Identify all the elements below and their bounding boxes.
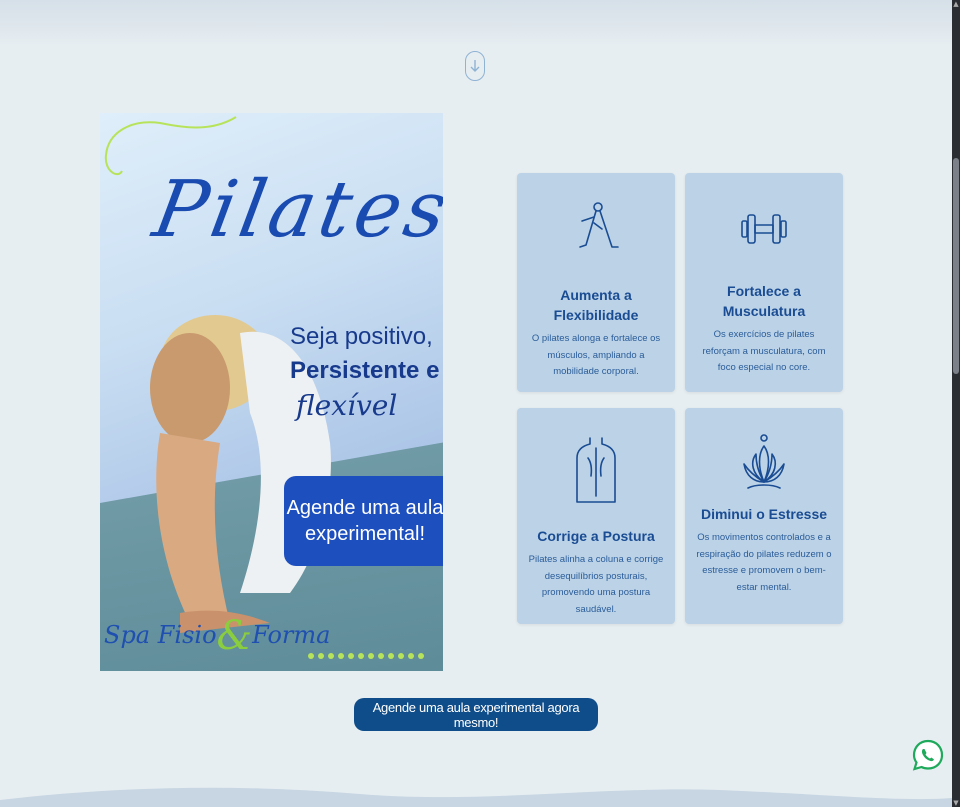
benefit-title: Aumenta a Flexibilidade [553, 287, 639, 323]
poster-cta-text: Agende uma aula experimental! [286, 497, 443, 545]
benefit-card-musculature: Fortalece a Musculatura Os exercícios de… [685, 173, 843, 392]
logo-right-text: Forma [252, 621, 331, 649]
scroll-thumb[interactable] [953, 158, 959, 374]
poster-tagline-3: flexível [296, 389, 398, 422]
yoga-pose-icon [579, 202, 619, 248]
benefit-card-stress: Diminui o Estresse Os movimentos control… [685, 408, 843, 624]
arrow-down-icon [470, 60, 480, 72]
header-fade [0, 0, 952, 46]
benefit-title: Fortalece a Musculatura [722, 283, 806, 319]
scroll-down-button[interactable] [465, 51, 485, 81]
scrollbar[interactable]: ▲ ▼ [952, 0, 960, 807]
benefit-description: Os movimentos controlados e a respiração… [696, 532, 832, 593]
benefit-card-flexibility: Aumenta a Flexibilidade O pilates alonga… [517, 173, 675, 392]
spine-posture-icon [576, 437, 616, 503]
whatsapp-button[interactable] [912, 737, 944, 783]
lotus-icon [743, 434, 785, 489]
pilates-poster: Pilates Seja positivo, Persistente e fle… [100, 113, 443, 671]
decorative-dots [308, 653, 424, 659]
whatsapp-icon [912, 739, 944, 771]
scroll-down-arrow-icon[interactable]: ▼ [953, 799, 959, 807]
spa-logo: Spa Fisio&Forma [104, 613, 330, 659]
benefit-title: Corrige a Postura [537, 528, 655, 544]
decorative-wave [0, 787, 952, 807]
benefit-description: O pilates alonga e fortalece os músculos… [531, 333, 661, 377]
benefit-description: Os exercícios de pilates reforçam a musc… [702, 329, 826, 373]
scroll-up-arrow-icon[interactable]: ▲ [953, 0, 959, 8]
logo-left-text: Spa Fisio [104, 621, 217, 649]
poster-tagline-1: Seja positivo, [290, 323, 433, 350]
schedule-trial-button[interactable]: Agende uma aula experimental agora mesmo… [354, 698, 598, 731]
dumbbell-icon [741, 214, 787, 244]
poster-title: Pilates [147, 165, 443, 255]
benefit-card-posture: Corrige a Postura Pilates alinha a colun… [517, 408, 675, 624]
benefit-description: Pilates alinha a coluna e corrige desequ… [528, 554, 664, 615]
poster-cta-box: Agende uma aula experimental! [284, 476, 443, 566]
poster-tagline-2: Persistente e [290, 357, 440, 384]
benefit-title: Diminui o Estresse [700, 506, 828, 522]
logo-ampersand: & [216, 613, 253, 659]
